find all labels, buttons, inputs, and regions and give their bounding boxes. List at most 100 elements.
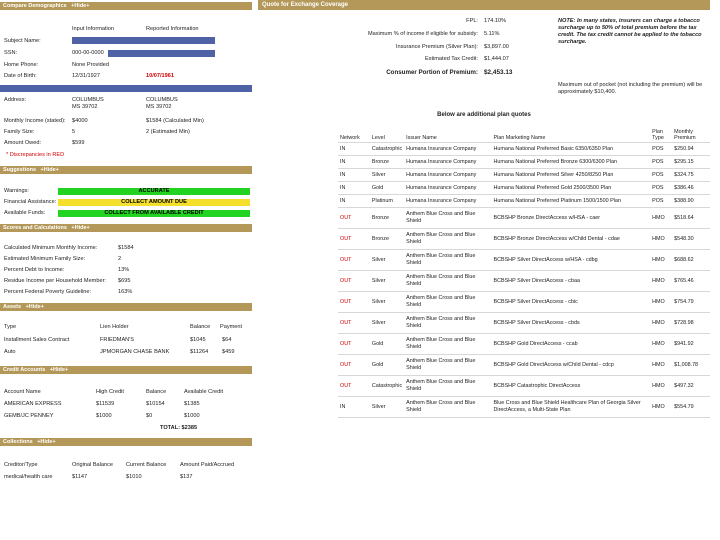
out-of-pocket-note: Maximum out of pocket (not including the…	[558, 82, 703, 95]
col-network: Network	[338, 124, 370, 143]
plan-level: Silver	[369, 312, 405, 334]
address-input-value: COLUMBUS MS 39702	[72, 97, 104, 110]
monthly-income-input: $4000	[72, 118, 88, 124]
plan-row: OUT Bronze Anthem Blue Cross and Blue Shie…	[338, 228, 710, 250]
plan-type: POS	[650, 181, 673, 195]
plan-issuer: Anthem Blue Cross and Blue Shield	[404, 270, 492, 292]
monthly-income-reported: $1584 (Calculated Min)	[146, 118, 204, 124]
assets-col-type: Type	[4, 324, 17, 330]
plan-level: Bronze	[369, 228, 405, 250]
col-input-header: Input Information	[72, 26, 114, 32]
credit-row-1-available: $1000	[184, 413, 200, 419]
credit-row-0-high: $11539	[96, 401, 115, 407]
plan-premium: $388.90	[672, 194, 710, 208]
plan-row: OUT Silver Anthem Blue Cross and Blue Shie…	[338, 312, 710, 334]
left-report-panel: Compare Demographics +Hide+ Input Inform…	[0, 0, 252, 540]
plan-issuer: Humana Insurance Company	[404, 194, 492, 208]
amount-owed-label: Amount Owed:	[4, 140, 41, 146]
plan-name: BCBSHP Bronze DirectAccess w/Child Denta…	[491, 228, 651, 250]
plan-issuer: Humana Insurance Company	[404, 168, 492, 182]
tobacco-note: NOTE: In many states, insurers can charg…	[558, 18, 702, 45]
tax-credit-value: $1,444.07	[484, 56, 509, 62]
col-level: Level	[369, 124, 405, 143]
address-reported-value: COLUMBUS MS 39702	[146, 97, 178, 110]
additional-quotes-heading: Below are additional plan quotes	[437, 112, 531, 118]
plan-network: IN	[338, 396, 370, 418]
plan-network: IN	[338, 194, 370, 208]
credit-hide-link[interactable]: +Hide+	[50, 367, 68, 373]
plan-level: Silver	[369, 396, 405, 418]
plan-network: OUT	[338, 354, 370, 376]
warnings-label: Warnings:	[4, 188, 29, 194]
scores-section: Scores and Calculations +Hide+	[0, 224, 252, 232]
address-label: Address:	[4, 97, 27, 103]
plan-name: BCBSHP Gold DirectAccess w/Child Dental …	[491, 354, 651, 376]
dob-label: Date of Birth:	[4, 73, 37, 79]
score-value-4: 163%	[118, 289, 133, 295]
collections-col-paid: Amount Paid/Accrued	[180, 462, 235, 468]
plan-issuer: Anthem Blue Cross and Blue Shield	[404, 354, 492, 376]
plan-issuer: Anthem Blue Cross and Blue Shield	[404, 228, 492, 250]
scores-hide-link[interactable]: +Hide+	[71, 225, 89, 231]
credit-row-0-available: $1385	[184, 401, 200, 407]
assets-hide-link[interactable]: +Hide+	[26, 304, 44, 310]
asset-row-1-balance: $11264	[190, 349, 209, 355]
plan-name: BCBSHP Silver DirectAccess - cbds	[491, 312, 651, 334]
suggestions-hide-link[interactable]: +Hide+	[41, 167, 59, 173]
family-size-input: 5	[72, 129, 76, 135]
plan-type: POS	[650, 155, 673, 169]
premium-label: Insurance Premium (Silver Plan):	[395, 44, 478, 50]
credit-col-available: Available Credit	[184, 389, 224, 395]
plan-premium: $250.94	[672, 142, 710, 156]
plan-level: Bronze	[369, 155, 405, 169]
amount-owed-value: $599	[72, 140, 85, 146]
fpl-value: 174.10%	[484, 18, 507, 24]
plan-type: HMO	[650, 396, 673, 418]
score-label-0: Calculated Minimum Monthly Income:	[4, 245, 98, 251]
plan-type: HMO	[650, 312, 673, 334]
credit-col-account: Account Name	[4, 389, 41, 395]
credit-row-1-name: GEMB/JC PENNEY	[4, 413, 54, 419]
home-phone-label: Home Phone:	[4, 62, 39, 68]
collections-hide-link[interactable]: +Hide+	[37, 439, 55, 445]
plan-row: IN Silver Humana Insurance Company Humana N…	[338, 168, 710, 182]
plan-premium: $1,008.78	[672, 354, 710, 376]
family-size-label: Family Size:	[4, 129, 35, 135]
score-value-2: 13%	[118, 267, 130, 273]
plan-issuer: Anthem Blue Cross and Blue Shield	[404, 207, 492, 229]
suggestions-title: Suggestions	[3, 167, 37, 173]
suggestions-header: Suggestions +Hide+	[0, 166, 252, 174]
demographics-hide-link[interactable]: +Hide+	[71, 3, 89, 9]
plan-issuer: Humana Insurance Company	[404, 155, 492, 169]
score-value-0: $1584	[118, 245, 134, 251]
max-income-label: Maximum % of income if eligible for subs…	[367, 31, 478, 37]
collection-row-0-creditor: medical/health care	[4, 474, 53, 480]
col-reported-header: Reported Information	[146, 26, 199, 32]
score-value-3: $695	[118, 278, 131, 284]
plan-level: Gold	[369, 333, 405, 355]
collections-section: Collections +Hide+	[0, 438, 252, 446]
plan-name: Humana National Preferred Basic 6350/635…	[491, 142, 651, 156]
col-plan-type: Plan Type	[650, 124, 673, 143]
plan-premium: $295.15	[672, 155, 710, 169]
fpl-label: FPL:	[466, 18, 478, 24]
plan-name: Humana National Preferred Silver 4250/82…	[491, 168, 651, 182]
financial-assistance-badge: COLLECT AMOUNT DUE	[58, 199, 250, 206]
plan-name: BCBSHP Bronze DirectAccess w/HSA - caer	[491, 207, 651, 229]
asset-row-0-payment: $64	[222, 337, 232, 343]
plan-type: HMO	[650, 291, 673, 313]
available-funds-badge: COLLECT FROM AVAILABLE CREDIT	[58, 210, 250, 217]
plan-network: OUT	[338, 291, 370, 313]
demographics-section: Compare Demographics +Hide+	[0, 2, 252, 10]
col-monthly-premium: Monthly Premium	[672, 124, 710, 143]
plan-name: Humana National Preferred Bronze 6300/63…	[491, 155, 651, 169]
suggestions-section: Suggestions +Hide+	[0, 166, 252, 174]
exchange-quote-panel: Quote for Exchange Coverage FPL: 174.10%…	[258, 0, 710, 432]
credit-row-0-name: AMERICAN EXPRESS	[4, 401, 62, 407]
plan-network: OUT	[338, 270, 370, 292]
plan-network: IN	[338, 168, 370, 182]
asset-row-1-type: Auto	[4, 349, 16, 355]
score-label-1: Estimated Minimum Family Size:	[4, 256, 86, 262]
quote-header: Quote for Exchange Coverage	[258, 0, 710, 10]
plan-name: BCBSHP Gold DirectAccess - ccab	[491, 333, 651, 355]
